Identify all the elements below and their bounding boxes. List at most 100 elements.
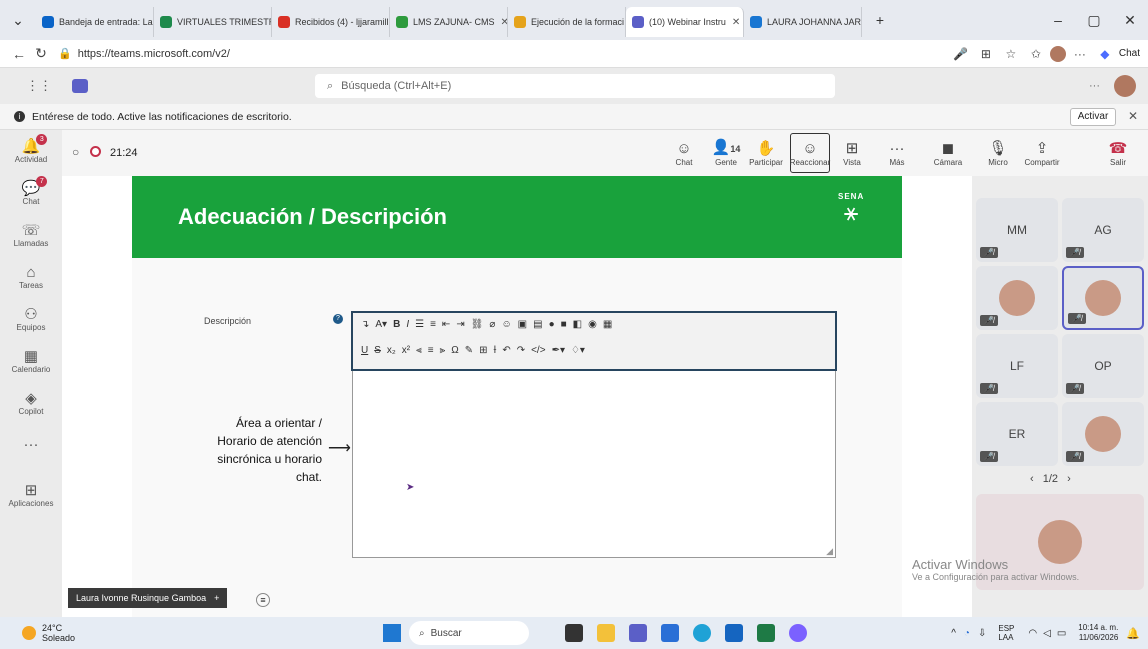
browser-tab[interactable]: Ejecución de la formaci✕ [508, 7, 626, 37]
outdent-icon[interactable]: ⇤ [442, 319, 450, 330]
pin-icon[interactable]: + [214, 593, 219, 603]
participant-tile[interactable]: 🎤̸ [976, 266, 1058, 330]
indent-icon[interactable]: ⇥ [456, 319, 464, 330]
rail-item[interactable]: 🔔 3 Actividad [0, 130, 62, 172]
favorites-icon[interactable]: ✩ [1025, 47, 1047, 61]
tab-close-icon[interactable]: ✕ [732, 17, 740, 28]
resize-handle-icon[interactable]: ◢ [826, 546, 833, 557]
description-editor[interactable]: ↴ A▾ B I ☰ ≡ ⇤ ⇥ ⛓ ⌀ ☺ ▣ ▤ ● ■ ◧ ◉ ▦ U S… [351, 311, 837, 558]
align-right-icon[interactable]: ⫸ [440, 345, 446, 356]
rail-item[interactable]: ◈ Copilot [0, 382, 62, 424]
hint-icon[interactable]: ♢▾ [571, 345, 585, 356]
grid-icon[interactable]: ▦ [603, 319, 612, 330]
profile-avatar[interactable] [1049, 45, 1066, 62]
browser-tab[interactable]: Recibidos (4) - ljjaramill✕ [272, 7, 390, 37]
record-video-icon[interactable]: ■ [561, 319, 567, 330]
url-field[interactable]: 🔒 https://teams.microsoft.com/v2/ [58, 47, 947, 61]
captions-icon[interactable]: ≡ [256, 593, 270, 607]
split-screen-icon[interactable]: ⊞ [975, 47, 997, 61]
language-indicator[interactable]: ESP LAA [998, 624, 1014, 642]
superscript-icon[interactable]: x² [402, 345, 410, 356]
tab-list-icon[interactable]: ⌄ [0, 12, 36, 29]
align-left-icon[interactable]: ⫷ [416, 345, 422, 356]
help-icon[interactable]: ? [333, 314, 343, 324]
accessibility-icon[interactable]: ◉ [588, 319, 597, 330]
numbered-list-icon[interactable]: ≡ [430, 319, 436, 330]
participant-tile[interactable]: MM 🎤̸ [976, 198, 1058, 262]
meeting-control[interactable]: ☺ Reaccionar [790, 133, 830, 173]
taskview-icon[interactable] [565, 624, 584, 642]
file-explorer-icon[interactable] [597, 624, 616, 642]
participant-tile[interactable]: LF 🎤̸ [976, 334, 1058, 398]
tab-close-icon[interactable]: ✕ [501, 17, 507, 28]
restore-icon[interactable]: ▢ [1076, 12, 1112, 29]
close-icon[interactable]: ✕ [1128, 109, 1138, 123]
media-icon[interactable]: ▤ [533, 319, 542, 330]
strikethrough-icon[interactable]: S [374, 345, 381, 356]
italic-icon[interactable]: I [406, 319, 409, 330]
meeting-control[interactable]: ⇪ Compartir [1022, 133, 1062, 173]
search-input[interactable]: ⌕ Búsqueda (Ctrl+Alt+E) [315, 74, 835, 98]
subscript-icon[interactable]: x₂ [387, 345, 396, 356]
clock[interactable]: 10:14 a. m. 11/06/2026 [1078, 623, 1118, 643]
meeting-control[interactable]: ☺ Chat [664, 133, 704, 173]
excel-icon[interactable] [757, 624, 776, 642]
gallery-pager[interactable]: ‹ 1/2 › [1030, 473, 1071, 485]
app-launcher-icon[interactable]: ⋮⋮ [26, 78, 52, 94]
copilot-app-icon[interactable] [789, 624, 808, 642]
unlink-icon[interactable]: ⌀ [489, 319, 495, 330]
redo-icon[interactable]: ↷ [517, 345, 525, 356]
browser-tab[interactable]: LAURA JOHANNA JARA✕ [744, 7, 862, 37]
emoji-icon[interactable]: ☺ [501, 319, 511, 330]
close-window-icon[interactable]: ✕ [1112, 12, 1148, 29]
windows-start-icon[interactable] [383, 624, 402, 642]
notifications-icon[interactable]: 🔔 [1126, 627, 1140, 640]
meeting-control[interactable]: 🎙 Micro [978, 133, 1018, 173]
chat-label[interactable]: Chat [1119, 48, 1140, 59]
edge-icon[interactable] [693, 624, 712, 642]
expand-icon[interactable]: ↴ [361, 319, 369, 330]
meeting-control[interactable]: ··· Más [877, 133, 917, 173]
participant-tile[interactable]: OP 🎤̸ [1062, 334, 1144, 398]
browser-tab[interactable]: (10) Webinar Instru ✕ [626, 7, 744, 37]
participant-tile[interactable]: AG 🎤̸ [1062, 198, 1144, 262]
meeting-control[interactable]: 👤14 Gente [706, 133, 746, 173]
participant-tile[interactable]: 🎤̸ [1062, 402, 1144, 466]
new-tab-icon[interactable]: + [862, 12, 898, 28]
more-icon[interactable]: ··· [1089, 80, 1100, 92]
copilot-icon[interactable]: ◆ [1094, 47, 1116, 61]
html-icon[interactable]: </> [531, 345, 545, 356]
rail-item[interactable]: ☏ Llamadas [0, 214, 62, 256]
special-char-icon[interactable]: Ω [451, 345, 458, 356]
usb-icon[interactable]: ⇩ [978, 628, 986, 639]
rail-item[interactable]: 💬 7 Chat [0, 172, 62, 214]
battery-icon[interactable]: ▭ [1057, 628, 1066, 639]
browser-tab[interactable]: Bandeja de entrada: La✕ [36, 7, 154, 37]
undo-icon[interactable]: ↶ [502, 345, 510, 356]
browser-tab[interactable]: VIRTUALES TRIMESTRE✕ [154, 7, 272, 37]
font-size-icon[interactable]: A▾ [375, 319, 387, 330]
align-center-icon[interactable]: ≡ [428, 345, 434, 356]
bullet-list-icon[interactable]: ☰ [415, 319, 424, 330]
meeting-control[interactable]: ⊞ Vista [832, 133, 872, 173]
more-icon[interactable]: ··· [1069, 47, 1091, 61]
link-icon[interactable]: ⛓ [471, 319, 484, 330]
volume-icon[interactable]: ◁ [1043, 628, 1051, 639]
teams-app-icon[interactable] [629, 624, 648, 642]
pen-icon[interactable]: ✒▾ [552, 345, 565, 356]
meeting-control[interactable]: ☎ Salir [1098, 133, 1138, 173]
user-avatar[interactable] [1114, 75, 1136, 97]
wifi-icon[interactable]: ◠ [1028, 628, 1037, 639]
tray-chevron-icon[interactable]: ^ [951, 628, 956, 639]
taskbar-search[interactable]: ⌕ Buscar [409, 621, 530, 645]
outlook-icon[interactable] [725, 624, 744, 642]
defender-icon[interactable] [661, 624, 680, 642]
edit-icon[interactable]: ✎ [465, 345, 473, 356]
star-icon[interactable]: ☆ [1000, 47, 1022, 61]
rail-item[interactable]: ⊞ Aplicaciones [0, 474, 62, 516]
rail-item[interactable]: ⚇ Equipos [0, 298, 62, 340]
image-icon[interactable]: ▣ [518, 319, 527, 330]
tray-app-icon[interactable]: ◔ [964, 628, 970, 639]
rail-item[interactable]: ▦ Calendario [0, 340, 62, 382]
meeting-control[interactable]: ◼ Cámara [928, 133, 968, 173]
